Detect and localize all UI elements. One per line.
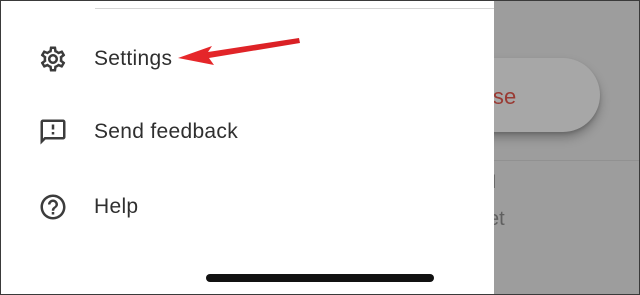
annotation-arrow-icon <box>178 38 300 65</box>
